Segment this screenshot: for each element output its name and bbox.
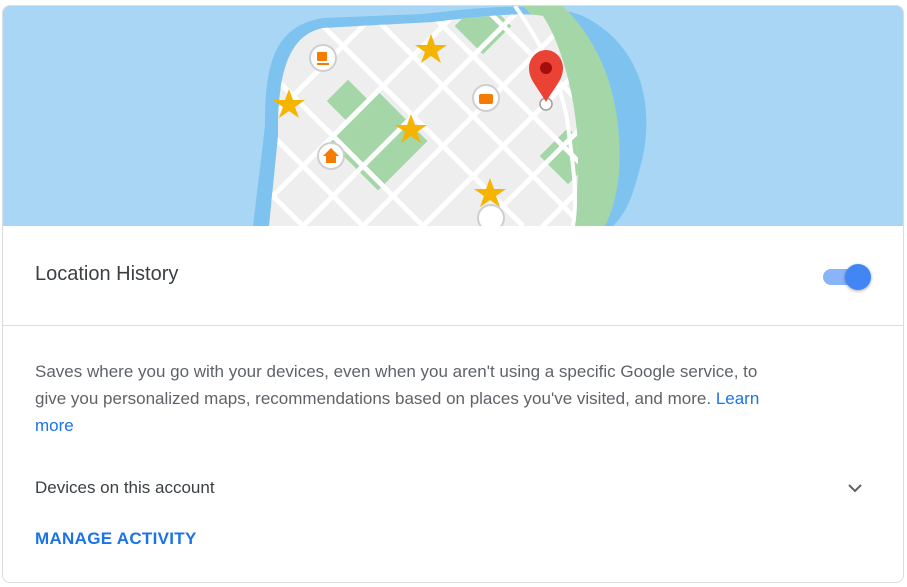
- location-history-row: Location History: [3, 226, 903, 326]
- page-title: Location History: [35, 263, 179, 285]
- devices-label: Devices on this account: [35, 478, 215, 497]
- map-svg: [253, 6, 647, 226]
- chevron-down-icon[interactable]: [843, 476, 867, 500]
- map-illustration: [3, 6, 903, 226]
- description-text: Saves where you go with your devices, ev…: [35, 362, 758, 408]
- devices-on-account-row[interactable]: Devices on this account: [3, 468, 903, 508]
- manage-activity-button[interactable]: MANAGE ACTIVITY: [35, 526, 197, 552]
- location-history-card: Location History Saves where you go with…: [2, 5, 904, 583]
- toggle-thumb: [845, 264, 871, 290]
- location-history-toggle[interactable]: [823, 262, 875, 292]
- location-history-description: Saves where you go with your devices, ev…: [35, 358, 775, 439]
